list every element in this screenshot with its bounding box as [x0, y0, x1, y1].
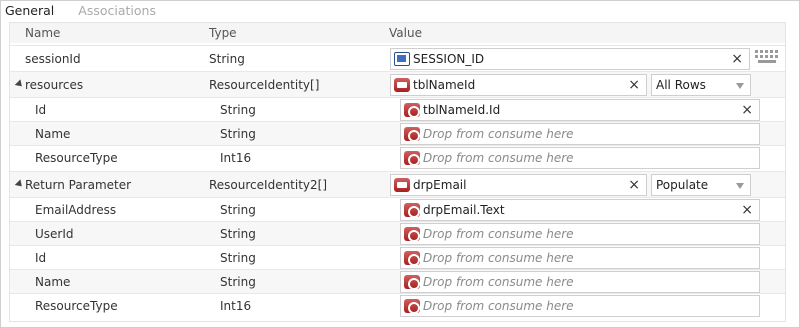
- table-row: Id String tblNameId.Id ×: [10, 97, 785, 121]
- value-placeholder: Drop from consume here: [423, 251, 574, 265]
- column-icon: [404, 299, 420, 314]
- parameter-type: String: [220, 275, 256, 289]
- parameter-name: sessionId: [25, 52, 81, 66]
- row-mode-select[interactable]: All Rows: [651, 74, 751, 96]
- clear-icon[interactable]: ×: [731, 51, 743, 67]
- parameter-type: String: [209, 52, 245, 66]
- parameter-name: Id: [35, 251, 47, 265]
- table-row: Name String Drop from consume here: [10, 121, 785, 145]
- parameter-type: ResourceIdentity2[]: [209, 178, 328, 192]
- parameter-type: String: [220, 251, 256, 265]
- value-field[interactable]: drpEmail.Text ×: [400, 199, 760, 221]
- table-row: Return Parameter ResourceIdentity2[] drp…: [10, 171, 785, 197]
- value-placeholder: Drop from consume here: [423, 127, 574, 141]
- clear-icon[interactable]: ×: [741, 202, 753, 218]
- clear-icon[interactable]: ×: [741, 102, 753, 118]
- column-header-value: Value: [389, 26, 422, 40]
- select-value: Populate: [656, 178, 709, 192]
- table-row: EmailAddress String drpEmail.Text ×: [10, 197, 785, 221]
- chevron-down-icon: [736, 183, 744, 189]
- column-icon: [404, 227, 420, 242]
- table-row: resources ResourceIdentity[] tblNameId ×…: [10, 71, 785, 97]
- parameter-type: String: [220, 203, 256, 217]
- clear-icon[interactable]: ×: [628, 77, 640, 93]
- value-field[interactable]: Drop from consume here: [400, 147, 760, 169]
- value-field[interactable]: Drop from consume here: [400, 223, 760, 245]
- column-header-type: Type: [209, 26, 237, 40]
- table-row: Id String Drop from consume here: [10, 245, 785, 269]
- value-field[interactable]: drpEmail ×: [390, 174, 647, 196]
- parameter-name: resources: [25, 78, 84, 92]
- table-row: sessionId String SESSION_ID ×: [10, 45, 785, 71]
- value-field[interactable]: Drop from consume here: [400, 271, 760, 293]
- value-placeholder: Drop from consume here: [423, 227, 574, 241]
- column-icon: [404, 151, 420, 166]
- value-placeholder: Drop from consume here: [423, 299, 574, 313]
- parameter-grid: Name Type Value sessionId String SESSION…: [9, 22, 786, 322]
- parameter-name: Return Parameter: [25, 178, 132, 192]
- column-icon: [404, 275, 420, 290]
- value-field[interactable]: SESSION_ID ×: [390, 48, 750, 70]
- column-icon: [404, 251, 420, 266]
- parameter-type: String: [220, 227, 256, 241]
- parameter-type: String: [220, 127, 256, 141]
- value-text: tblNameId.Id: [423, 103, 501, 117]
- table-row: Name String Drop from consume here: [10, 269, 785, 293]
- clear-icon[interactable]: ×: [628, 177, 640, 193]
- parameter-type: Int16: [220, 151, 252, 165]
- parameter-name: EmailAddress: [35, 203, 117, 217]
- value-field[interactable]: tblNameId.Id ×: [400, 99, 760, 121]
- column-icon: [404, 203, 420, 218]
- value-placeholder: Drop from consume here: [423, 275, 574, 289]
- table-row: ResourceType Int16 Drop from consume her…: [10, 145, 785, 171]
- grid-header: Name Type Value: [10, 23, 785, 43]
- property-panel: General Associations Name Type Value ses…: [0, 0, 800, 328]
- dropdown-icon: [394, 178, 410, 192]
- parameter-type: Int16: [220, 299, 252, 313]
- parameter-name: Name: [35, 127, 71, 141]
- row-mode-select[interactable]: Populate: [651, 174, 751, 196]
- value-text: drpEmail: [413, 178, 467, 192]
- collapse-arrow-icon[interactable]: [14, 79, 25, 90]
- parameter-name: ResourceType: [35, 299, 118, 313]
- value-field[interactable]: Drop from consume here: [400, 295, 760, 317]
- value-field[interactable]: Drop from consume here: [400, 123, 760, 145]
- column-icon: [404, 103, 420, 118]
- parameter-name: Name: [35, 275, 71, 289]
- select-value: All Rows: [656, 78, 706, 92]
- tab-associations[interactable]: Associations: [78, 3, 156, 19]
- value-field[interactable]: tblNameId ×: [390, 74, 647, 96]
- value-text: drpEmail.Text: [423, 203, 505, 217]
- column-icon: [404, 127, 420, 142]
- input-variable-icon: [394, 52, 410, 66]
- table-row: UserId String Drop from consume here: [10, 221, 785, 245]
- chevron-down-icon: [736, 83, 744, 89]
- value-text: tblNameId: [413, 78, 476, 92]
- value-field[interactable]: Drop from consume here: [400, 247, 760, 269]
- value-placeholder: Drop from consume here: [423, 151, 574, 165]
- tab-bar: General Associations: [5, 3, 156, 19]
- parameter-name: UserId: [35, 227, 74, 241]
- parameter-name: Id: [35, 103, 47, 117]
- collapse-arrow-icon[interactable]: [14, 179, 25, 190]
- parameter-type: ResourceIdentity[]: [209, 78, 320, 92]
- table-icon: [394, 78, 410, 92]
- column-header-name: Name: [25, 26, 61, 40]
- value-text: SESSION_ID: [413, 52, 485, 66]
- parameter-type: String: [220, 103, 256, 117]
- parameter-name: ResourceType: [35, 151, 118, 165]
- tab-general[interactable]: General: [5, 3, 54, 19]
- table-row: ResourceType Int16 Drop from consume her…: [10, 293, 785, 321]
- keyboard-icon[interactable]: [755, 50, 779, 64]
